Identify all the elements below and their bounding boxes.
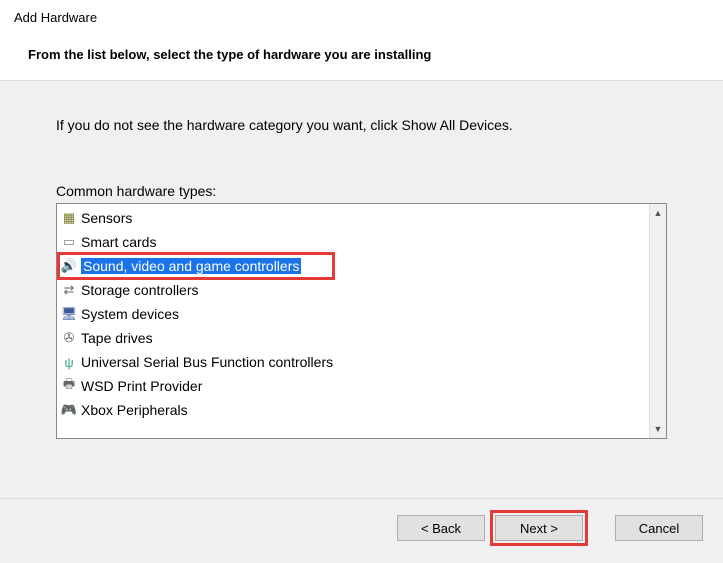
list-item-label: System devices xyxy=(81,306,179,322)
list-item[interactable]: 🖶WSD Print Provider xyxy=(57,374,649,398)
wizard-footer: < Back Next > Cancel xyxy=(0,498,723,563)
listbox-content: ▦Sensors▭Smart cards🔊Sound, video and ga… xyxy=(57,204,649,438)
wizard-body: If you do not see the hardware category … xyxy=(0,81,723,498)
list-item[interactable]: ▭Smart cards xyxy=(57,230,649,254)
cancel-button-wrap: Cancel xyxy=(615,515,703,541)
list-item-label: WSD Print Provider xyxy=(81,378,202,394)
xbox-icon: 🎮 xyxy=(61,402,77,418)
back-button-wrap: < Back xyxy=(397,515,485,541)
add-hardware-wizard: Add Hardware From the list below, select… xyxy=(0,0,723,563)
cancel-button[interactable]: Cancel xyxy=(615,515,703,541)
list-item[interactable]: ▦Sensors xyxy=(57,206,649,230)
list-item[interactable]: 🎮Xbox Peripherals xyxy=(57,398,649,422)
storage-icon: ⇄ xyxy=(61,282,77,298)
wsd-icon: 🖶 xyxy=(61,378,77,394)
list-item-label: Sound, video and game controllers xyxy=(81,258,301,274)
page-subtitle: From the list below, select the type of … xyxy=(14,47,709,62)
window-title: Add Hardware xyxy=(14,10,709,25)
next-button[interactable]: Next > xyxy=(495,515,583,541)
sound-icon: 🔊 xyxy=(61,258,77,274)
list-item-label: Smart cards xyxy=(81,234,156,250)
scroll-up-icon[interactable]: ▲ xyxy=(650,204,666,222)
wizard-header: Add Hardware From the list below, select… xyxy=(0,0,723,81)
hardware-types-listbox[interactable]: ▦Sensors▭Smart cards🔊Sound, video and ga… xyxy=(56,203,667,439)
next-button-wrap: Next > xyxy=(495,515,583,541)
list-item[interactable]: ψUniversal Serial Bus Function controlle… xyxy=(57,350,649,374)
list-item-label: Sensors xyxy=(81,210,132,226)
list-item-label: Tape drives xyxy=(81,330,153,346)
list-item-label: Universal Serial Bus Function controller… xyxy=(81,354,333,370)
tape-icon: ✇ xyxy=(61,330,77,346)
list-item[interactable]: 🖥System devices xyxy=(57,302,649,326)
hint-text: If you do not see the hardware category … xyxy=(56,117,667,133)
list-item-label: Xbox Peripherals xyxy=(81,402,188,418)
list-item[interactable]: 🔊Sound, video and game controllers xyxy=(57,254,649,278)
scroll-down-icon[interactable]: ▼ xyxy=(650,420,666,438)
list-item[interactable]: ⇄Storage controllers xyxy=(57,278,649,302)
list-item-label: Storage controllers xyxy=(81,282,199,298)
list-label: Common hardware types: xyxy=(56,183,667,199)
system-icon: 🖥 xyxy=(61,306,77,322)
smartcard-icon: ▭ xyxy=(61,234,77,250)
scrollbar[interactable]: ▲ ▼ xyxy=(649,204,666,438)
usb-icon: ψ xyxy=(61,354,77,370)
list-item[interactable]: ✇Tape drives xyxy=(57,326,649,350)
back-button[interactable]: < Back xyxy=(397,515,485,541)
sensors-icon: ▦ xyxy=(61,210,77,226)
